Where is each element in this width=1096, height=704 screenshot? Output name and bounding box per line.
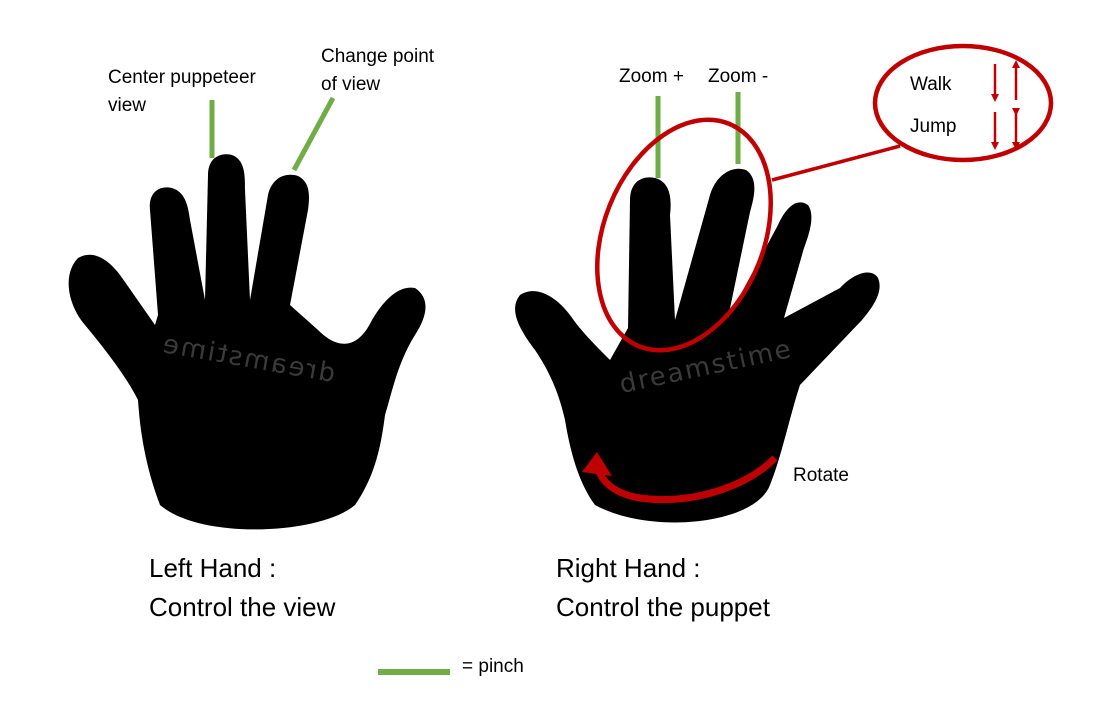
walk-label: Walk [910, 74, 952, 95]
left-hand-title: Left Hand : [149, 553, 277, 583]
center-view-label: Center puppeteer view [108, 67, 256, 116]
walk-jump-callout-ellipse [872, 43, 1054, 163]
left-hand-desc: Control the view [149, 592, 336, 622]
change-pov-label: Change point of view [321, 46, 435, 95]
zoom-plus-label: Zoom + [619, 66, 684, 87]
left-hand-silhouette [68, 154, 426, 530]
pinch-line-change-pov [291, 96, 336, 172]
right-hand-title: Right Hand : [556, 553, 701, 583]
rotate-label: Rotate [793, 465, 849, 486]
legend-pinch-label: = pinch [462, 656, 524, 677]
callout-connector [771, 144, 901, 182]
right-hand-desc: Control the puppet [556, 592, 770, 622]
zoom-minus-label: Zoom - [708, 66, 769, 87]
jump-label: Jump [910, 116, 957, 137]
gesture-diagram: dreamstime dreamstime Center puppeteer v… [0, 0, 1096, 704]
